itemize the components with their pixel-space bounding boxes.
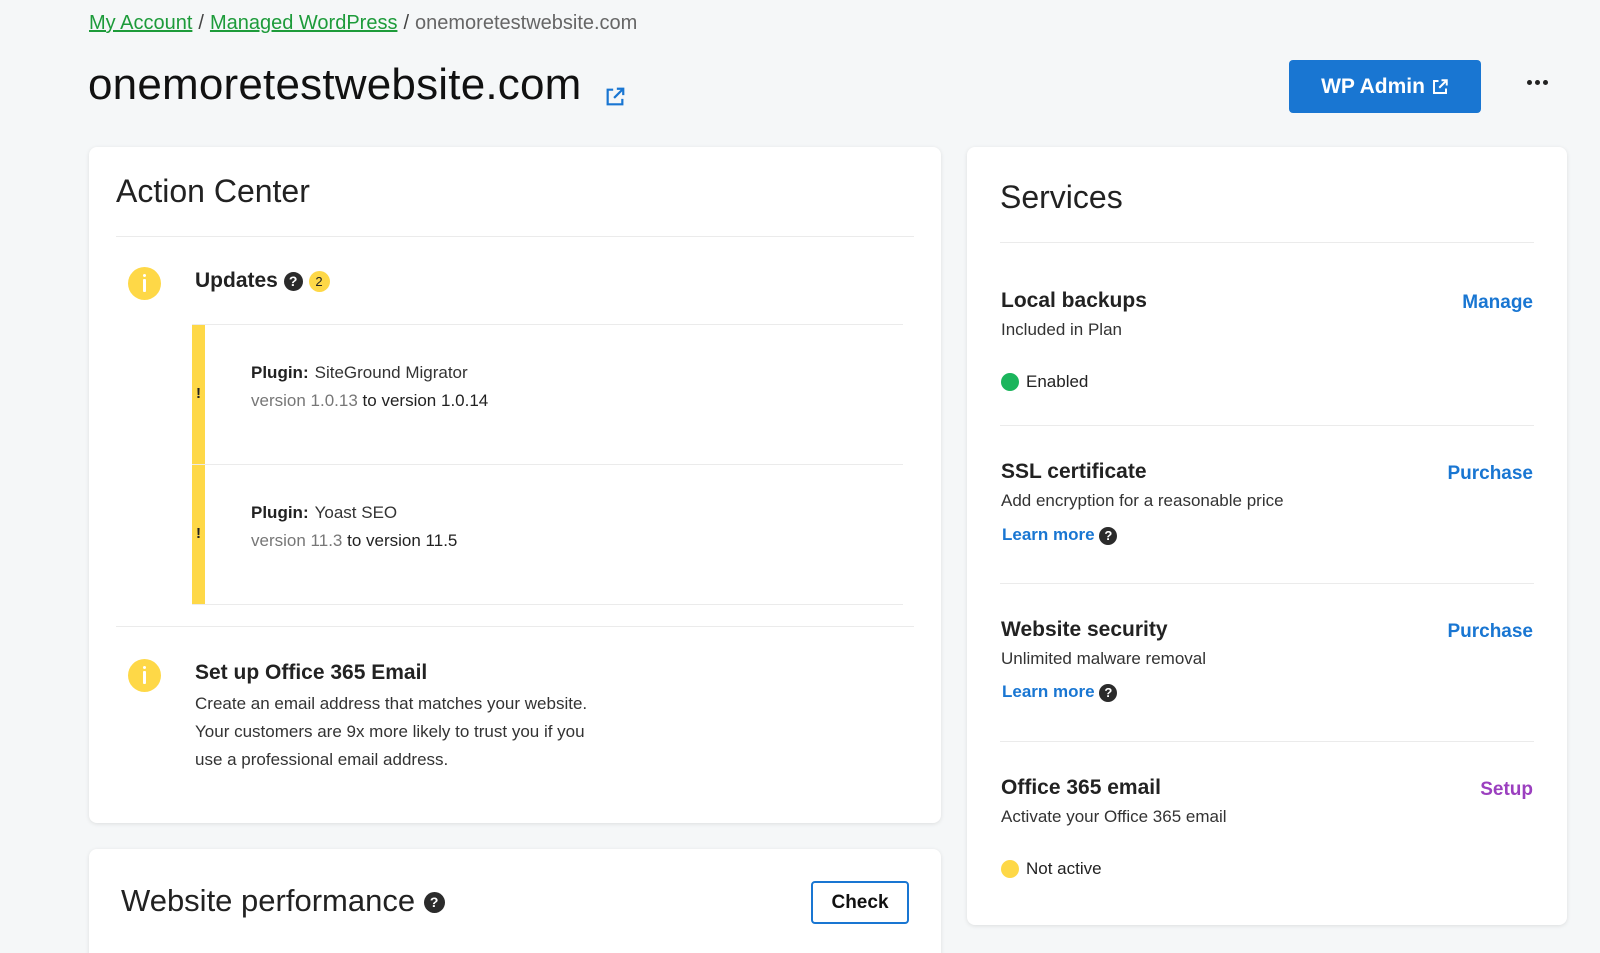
warning-icon: ! <box>196 385 201 402</box>
website-security-title: Website security <box>1001 618 1168 641</box>
from-version: 11.3 <box>310 531 343 550</box>
divider <box>1000 425 1534 426</box>
ssl-certificate-title: SSL certificate <box>1001 460 1147 483</box>
ssl-certificate-description: Add encryption for a reasonable price <box>1001 491 1284 510</box>
office-setup-line: use a professional email address. <box>195 750 449 769</box>
plugin-label: Plugin: <box>251 363 309 382</box>
warning-icon: ! <box>196 525 201 542</box>
plugin-name-text: Yoast SEO <box>314 503 398 522</box>
version-prefix: version <box>251 531 306 550</box>
plugin-version: version 11.3 to version 11.5 <box>251 531 457 551</box>
to-version-text: to version <box>362 391 437 410</box>
office-365-title: Office 365 email <box>1001 776 1161 799</box>
info-icon <box>128 659 161 692</box>
services-title: Services <box>1000 179 1123 215</box>
check-button[interactable]: Check <box>811 881 909 924</box>
ssl-learn-more: Learn more ? <box>1002 525 1118 545</box>
breadcrumb: My Account / Managed WordPress / onemoretest… <box>89 12 637 35</box>
manage-link[interactable]: Manage <box>1462 292 1533 314</box>
to-version-text: to version <box>347 531 421 550</box>
plugin-name: Plugin: SiteGround Migrator <box>251 363 468 383</box>
status-dot-icon <box>1001 860 1019 878</box>
divider <box>1000 583 1534 584</box>
status-dot-icon <box>1001 373 1019 391</box>
to-version: 11.5 <box>425 531 458 550</box>
status-badge: Not active <box>1001 859 1102 879</box>
to-version: 1.0.14 <box>440 391 489 410</box>
divider <box>1000 242 1534 243</box>
office-setup-title: Set up Office 365 Email <box>195 661 428 684</box>
dot-icon <box>1526 79 1532 85</box>
divider <box>192 604 903 605</box>
website-performance-card: Website performance ? Check <box>89 849 941 953</box>
external-link-icon <box>1432 78 1448 94</box>
purchase-ssl-link[interactable]: Purchase <box>1447 463 1533 485</box>
office-setup-line: Create an email address that matches you… <box>195 694 588 713</box>
setup-link[interactable]: Setup <box>1480 779 1533 801</box>
breadcrumb-managed-wordpress-link[interactable]: Managed WordPress <box>210 12 398 34</box>
status-badge: Enabled <box>1001 372 1088 392</box>
plugin-name: Plugin: Yoast SEO <box>251 503 397 523</box>
status-text: Enabled <box>1026 372 1089 391</box>
learn-more-link[interactable]: Learn more <box>1002 525 1095 544</box>
page-title: onemoretestwebsite.com <box>88 60 582 109</box>
action-center-card: Action Center Updates ? 2 ! Plugin: SiteG… <box>89 147 941 823</box>
list-item[interactable]: ! Plugin: SiteGround Migrator version 1.0… <box>192 324 903 465</box>
office-setup-description: Create an email address that matches you… <box>195 690 587 774</box>
breadcrumb-current: onemoretestwebsite.com <box>415 12 638 34</box>
plugin-version: version 1.0.13 to version 1.0.14 <box>251 391 488 411</box>
updates-heading: Updates ? 2 <box>195 269 330 293</box>
local-backups-description: Included in Plan <box>1001 320 1122 339</box>
list-item[interactable]: ! Plugin: Yoast SEO version 11.3 to versi… <box>192 464 903 605</box>
breadcrumb-my-account-link[interactable]: My Account <box>89 12 192 34</box>
warning-bar: ! <box>192 325 205 465</box>
plugin-label: Plugin: <box>251 503 309 522</box>
website-performance-title: Website performance ? <box>121 883 445 919</box>
external-link-icon[interactable] <box>604 86 626 108</box>
help-icon[interactable]: ? <box>283 271 303 291</box>
services-card: Services Local backups Manage Included i… <box>967 147 1567 925</box>
page: My Account / Managed WordPress / onemoretest… <box>0 0 1600 953</box>
help-icon[interactable]: ? <box>1099 526 1118 545</box>
warning-bar: ! <box>192 465 205 605</box>
plugin-name-text: SiteGround Migrator <box>314 363 468 382</box>
divider <box>116 236 914 237</box>
info-icon <box>128 267 161 300</box>
office-365-description: Activate your Office 365 email <box>1001 807 1227 826</box>
wp-admin-label: WP Admin <box>1321 74 1425 98</box>
purchase-security-link[interactable]: Purchase <box>1447 621 1533 643</box>
action-center-title: Action Center <box>116 173 310 209</box>
local-backups-title: Local backups <box>1001 289 1147 312</box>
updates-title: Updates <box>195 269 278 292</box>
breadcrumb-separator: / <box>198 12 204 34</box>
updates-count-badge: 2 <box>308 270 330 292</box>
more-options-button[interactable] <box>1522 70 1552 94</box>
wp-admin-button[interactable]: WP Admin <box>1289 60 1481 113</box>
from-version: 1.0.13 <box>310 391 358 410</box>
dot-icon <box>1534 79 1540 85</box>
learn-more-link[interactable]: Learn more <box>1002 682 1095 701</box>
help-icon[interactable]: ? <box>1099 683 1118 702</box>
divider <box>1000 741 1534 742</box>
help-icon[interactable]: ? <box>423 892 445 914</box>
divider <box>116 626 914 627</box>
security-learn-more: Learn more ? <box>1002 682 1118 702</box>
dot-icon <box>1542 79 1548 85</box>
version-prefix: version <box>251 391 306 410</box>
website-performance-title-text: Website performance <box>121 883 416 918</box>
status-text: Not active <box>1026 859 1102 878</box>
office-setup-line: Your customers are 9x more likely to tru… <box>195 722 585 741</box>
breadcrumb-separator: / <box>403 12 410 34</box>
website-security-description: Unlimited malware removal <box>1001 649 1207 668</box>
